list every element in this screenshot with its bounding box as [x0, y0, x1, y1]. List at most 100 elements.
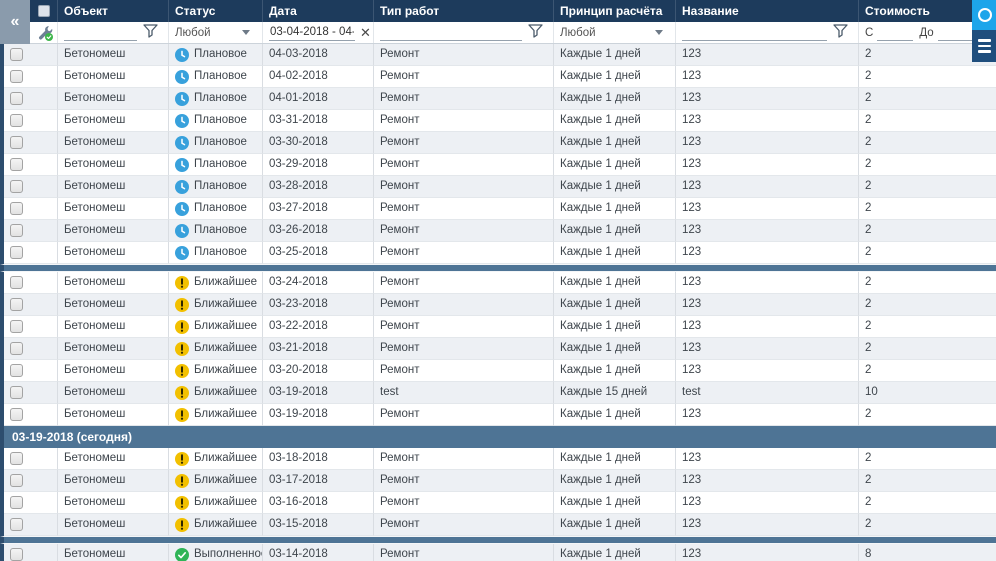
- cost-to-input[interactable]: [938, 25, 974, 41]
- table-row[interactable]: БетономешБлижайшее03-21-2018РемонтКаждые…: [0, 338, 996, 360]
- column-header-work-type[interactable]: Тип работ: [373, 0, 553, 22]
- cost-from-input[interactable]: [877, 25, 913, 41]
- select-all-checkbox[interactable]: [38, 5, 50, 17]
- date-range-filter-input[interactable]: [269, 25, 355, 41]
- row-select-cell: [4, 492, 57, 514]
- work-type-filter-input[interactable]: [380, 25, 522, 41]
- table-header-row: Объект Статус Дата Тип работ Принцип рас…: [0, 0, 996, 22]
- row-checkbox[interactable]: [10, 92, 23, 105]
- wrench-check-icon[interactable]: [36, 24, 54, 42]
- row-checkbox[interactable]: [10, 364, 23, 377]
- status-label: Плановое: [194, 198, 247, 219]
- table-row[interactable]: БетономешБлижайшее03-19-2018РемонтКаждые…: [0, 404, 996, 426]
- status-cell: Ближайшее: [168, 514, 262, 536]
- object-cell: Бетономеш: [57, 492, 168, 514]
- clock-icon: [175, 92, 189, 106]
- principle-cell: Каждые 1 дней: [553, 272, 675, 294]
- row-checkbox[interactable]: [10, 202, 23, 215]
- status-filter-select[interactable]: Любой: [175, 27, 262, 39]
- column-header-name[interactable]: Название: [675, 0, 858, 22]
- row-select-cell: [4, 176, 57, 198]
- table-row[interactable]: БетономешБлижайшее03-16-2018РемонтКаждые…: [0, 492, 996, 514]
- row-checkbox[interactable]: [10, 114, 23, 127]
- row-checkbox[interactable]: [10, 496, 23, 509]
- row-select-cell: [4, 382, 57, 404]
- row-select-cell: [4, 294, 57, 316]
- search-button[interactable]: [972, 0, 996, 30]
- table-row[interactable]: БетономешПлановое03-31-2018РемонтКаждые …: [0, 110, 996, 132]
- row-checkbox[interactable]: [10, 276, 23, 289]
- row-checkbox[interactable]: [10, 158, 23, 171]
- row-checkbox[interactable]: [10, 136, 23, 149]
- row-checkbox[interactable]: [10, 548, 23, 561]
- object-filter-input[interactable]: [64, 25, 137, 41]
- table-row[interactable]: БетономешПлановое03-25-2018РемонтКаждые …: [0, 242, 996, 264]
- row-checkbox[interactable]: [10, 180, 23, 193]
- name-filter-input[interactable]: [682, 25, 827, 41]
- date-cell: 03-29-2018: [262, 154, 373, 176]
- date-cell: 03-16-2018: [262, 492, 373, 514]
- date-cell: 03-22-2018: [262, 316, 373, 338]
- table-row[interactable]: БетономешБлижайшее03-18-2018РемонтКаждые…: [0, 448, 996, 470]
- table-row[interactable]: БетономешПлановое03-26-2018РемонтКаждые …: [0, 220, 996, 242]
- status-cell: Плановое: [168, 154, 262, 176]
- row-checkbox[interactable]: [10, 474, 23, 487]
- row-checkbox[interactable]: [10, 320, 23, 333]
- clock-icon: [175, 202, 189, 216]
- name-cell: test: [675, 382, 858, 404]
- table-row[interactable]: БетономешПлановое03-28-2018РемонтКаждые …: [0, 176, 996, 198]
- check-icon: [175, 548, 189, 561]
- status-cell: Плановое: [168, 88, 262, 110]
- menu-button[interactable]: [972, 30, 996, 62]
- table-row[interactable]: БетономешПлановое03-30-2018РемонтКаждые …: [0, 132, 996, 154]
- row-checkbox[interactable]: [10, 48, 23, 61]
- cost-cell: 2: [858, 110, 996, 132]
- date-cell: 03-14-2018: [262, 544, 373, 561]
- table-row[interactable]: БетономешБлижайшее03-24-2018РемонтКаждые…: [0, 272, 996, 294]
- exclamation-icon: [175, 276, 189, 290]
- row-checkbox[interactable]: [10, 518, 23, 531]
- funnel-icon[interactable]: [528, 24, 543, 41]
- table-row[interactable]: БетономешБлижайшее03-15-2018РемонтКаждые…: [0, 514, 996, 536]
- table-row[interactable]: БетономешБлижайшее03-23-2018РемонтКаждые…: [0, 294, 996, 316]
- cost-cell: 2: [858, 404, 996, 426]
- table-row[interactable]: БетономешПлановое04-01-2018РемонтКаждые …: [0, 88, 996, 110]
- row-checkbox[interactable]: [10, 70, 23, 83]
- name-cell: 123: [675, 316, 858, 338]
- table-row[interactable]: БетономешПлановое04-03-2018РемонтКаждые …: [0, 44, 996, 66]
- date-cell: 03-28-2018: [262, 176, 373, 198]
- principle-cell: Каждые 1 дней: [553, 470, 675, 492]
- row-checkbox[interactable]: [10, 452, 23, 465]
- column-header-status[interactable]: Статус: [168, 0, 262, 22]
- name-cell: 123: [675, 242, 858, 264]
- table-row[interactable]: БетономешБлижайшее03-22-2018РемонтКаждые…: [0, 316, 996, 338]
- row-checkbox[interactable]: [10, 342, 23, 355]
- table-row[interactable]: БетономешБлижайшее03-17-2018РемонтКаждые…: [0, 470, 996, 492]
- row-select-cell: [4, 338, 57, 360]
- row-checkbox[interactable]: [10, 246, 23, 259]
- date-cell: 03-19-2018: [262, 404, 373, 426]
- clear-date-icon[interactable]: ✕: [360, 26, 371, 39]
- collapse-panel-button[interactable]: «: [0, 0, 30, 44]
- principle-filter-select[interactable]: Любой: [560, 27, 675, 39]
- table-row[interactable]: БетономешБлижайшее03-19-2018testКаждые 1…: [0, 382, 996, 404]
- table-row[interactable]: БетономешПлановое03-27-2018РемонтКаждые …: [0, 198, 996, 220]
- row-checkbox[interactable]: [10, 224, 23, 237]
- row-select-cell: [4, 44, 57, 66]
- table-row[interactable]: БетономешПлановое03-29-2018РемонтКаждые …: [0, 154, 996, 176]
- filter-date: ✕: [262, 22, 373, 43]
- column-header-date[interactable]: Дата: [262, 0, 373, 22]
- table-row[interactable]: БетономешПлановое04-02-2018РемонтКаждые …: [0, 66, 996, 88]
- table-row[interactable]: БетономешВыполненное03-14-2018РемонтКажд…: [0, 544, 996, 561]
- table-row[interactable]: БетономешБлижайшее03-20-2018РемонтКаждые…: [0, 360, 996, 382]
- row-checkbox[interactable]: [10, 408, 23, 421]
- principle-cell: Каждые 1 дней: [553, 492, 675, 514]
- funnel-icon[interactable]: [833, 24, 848, 41]
- row-checkbox[interactable]: [10, 386, 23, 399]
- row-checkbox[interactable]: [10, 298, 23, 311]
- funnel-icon[interactable]: [143, 24, 158, 41]
- column-header-object[interactable]: Объект: [57, 0, 168, 22]
- cost-cell: 2: [858, 448, 996, 470]
- column-header-principle[interactable]: Принцип расчёта: [553, 0, 675, 22]
- filter-status: Любой: [168, 22, 262, 43]
